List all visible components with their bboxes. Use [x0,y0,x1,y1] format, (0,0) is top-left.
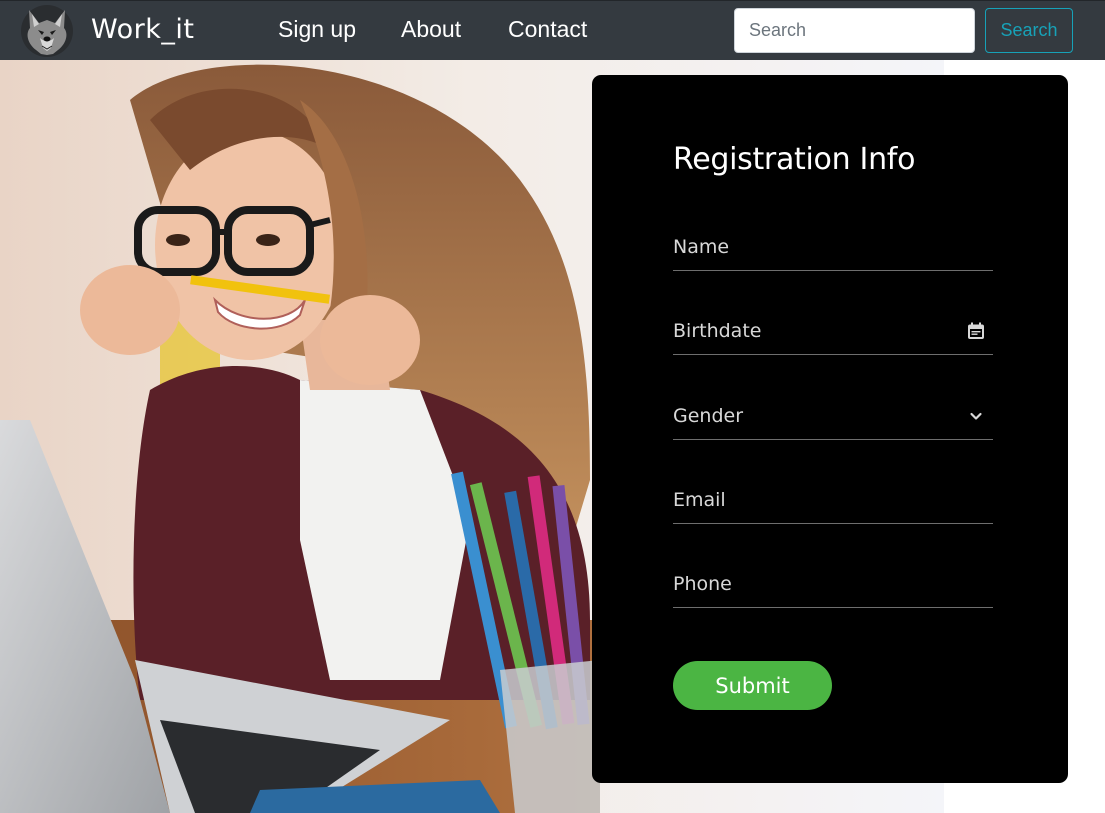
registration-card: Registration Info Name Birthdate Gender … [592,75,1068,783]
name-field[interactable]: Name [673,228,993,271]
email-field[interactable]: Email [673,481,993,524]
phone-field[interactable]: Phone [673,565,993,608]
nav-link-signup[interactable]: Sign up [278,16,356,43]
search-button[interactable]: Search [985,8,1073,53]
birthdate-field[interactable]: Birthdate [673,312,993,355]
name-label: Name [673,236,730,258]
email-label: Email [673,489,726,511]
form-title: Registration Info [673,142,916,177]
submit-button[interactable]: Submit [673,661,832,710]
navbar: Work_it Sign up About Contact Search [0,0,1105,60]
brand-name[interactable]: Work_it [91,14,194,45]
chevron-down-icon [970,412,982,420]
search-input[interactable] [734,8,975,53]
wolf-logo-icon[interactable] [20,4,74,58]
phone-label: Phone [673,573,732,595]
gender-select[interactable]: Gender [673,397,993,440]
nav-link-about[interactable]: About [401,16,461,43]
gender-label: Gender [673,405,744,427]
calendar-icon[interactable] [967,322,985,340]
birthdate-label: Birthdate [673,320,762,342]
nav-link-contact[interactable]: Contact [508,16,587,43]
